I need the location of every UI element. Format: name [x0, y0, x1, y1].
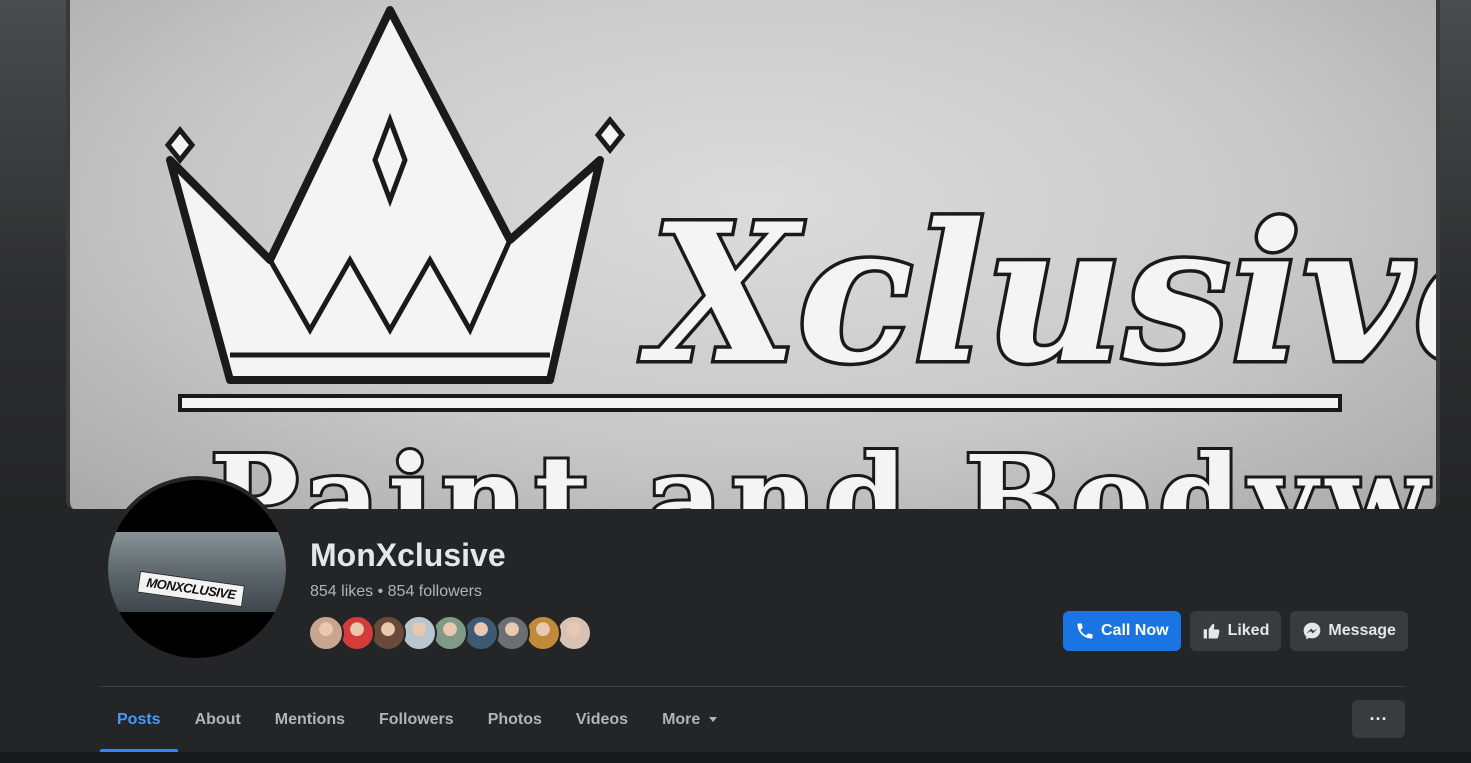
thumbs-up-icon [1202, 621, 1222, 641]
cover-photo[interactable]: Xclusive Paint and Bodywork [66, 0, 1440, 509]
liker-avatar[interactable] [463, 615, 499, 651]
more-options-button[interactable]: ··· [1352, 700, 1405, 738]
avatar-plate-text: MONXCLUSIVE [136, 570, 246, 608]
tab-label: Videos [575, 711, 629, 728]
tab-mentions[interactable]: Mentions [258, 688, 362, 752]
phone-icon [1075, 621, 1095, 641]
page-stats[interactable]: 854 likes • 854 followers [310, 583, 482, 601]
tab-videos[interactable]: Videos [559, 688, 645, 752]
tab-photos[interactable]: Photos [471, 688, 559, 752]
liker-avatar[interactable] [432, 615, 468, 651]
page-profile-picture[interactable]: MONXCLUSIVE [104, 476, 290, 662]
cover-title-text: Xclusive [640, 182, 1436, 405]
tab-label: Followers [379, 711, 454, 728]
tab-more[interactable]: More [645, 688, 735, 752]
page-tabs: Posts About Mentions Followers Photos Vi… [100, 688, 735, 752]
tab-posts[interactable]: Posts [100, 688, 178, 752]
content-background [0, 752, 1471, 763]
tab-about[interactable]: About [178, 688, 258, 752]
liker-avatar[interactable] [525, 615, 561, 651]
call-now-label: Call Now [1101, 622, 1169, 639]
cover-area: Xclusive Paint and Bodywork [0, 0, 1471, 510]
liked-button[interactable]: Liked [1189, 611, 1282, 651]
messenger-icon [1302, 621, 1322, 641]
cover-subtitle-text: Paint and Bodywork [210, 429, 1436, 509]
avatar-car-photo: MONXCLUSIVE [108, 532, 286, 612]
liker-avatar[interactable] [308, 615, 344, 651]
tab-label: More [662, 711, 701, 728]
message-label: Message [1328, 622, 1396, 639]
tab-label: Mentions [274, 711, 345, 728]
liker-avatar[interactable] [339, 615, 375, 651]
cover-logo-graphic: Xclusive Paint and Bodywork [164, 6, 1436, 509]
liker-avatars[interactable] [308, 615, 592, 651]
message-button[interactable]: Message [1290, 611, 1408, 651]
more-dots-icon: ··· [1369, 708, 1388, 729]
tab-label: Posts [117, 711, 161, 728]
tab-label: Photos [487, 711, 542, 728]
liker-avatar[interactable] [401, 615, 437, 651]
page-title[interactable]: MonXclusive [310, 537, 506, 574]
liker-avatar[interactable] [494, 615, 530, 651]
liked-label: Liked [1227, 622, 1270, 639]
tab-label: About [194, 711, 241, 728]
call-now-button[interactable]: Call Now [1063, 611, 1181, 651]
caret-down-icon [708, 711, 718, 729]
tabs-divider [100, 686, 1405, 687]
liker-avatar[interactable] [556, 615, 592, 651]
page-actions: Call Now Liked Message [1063, 611, 1408, 651]
tab-followers[interactable]: Followers [362, 688, 471, 752]
liker-avatar[interactable] [370, 615, 406, 651]
